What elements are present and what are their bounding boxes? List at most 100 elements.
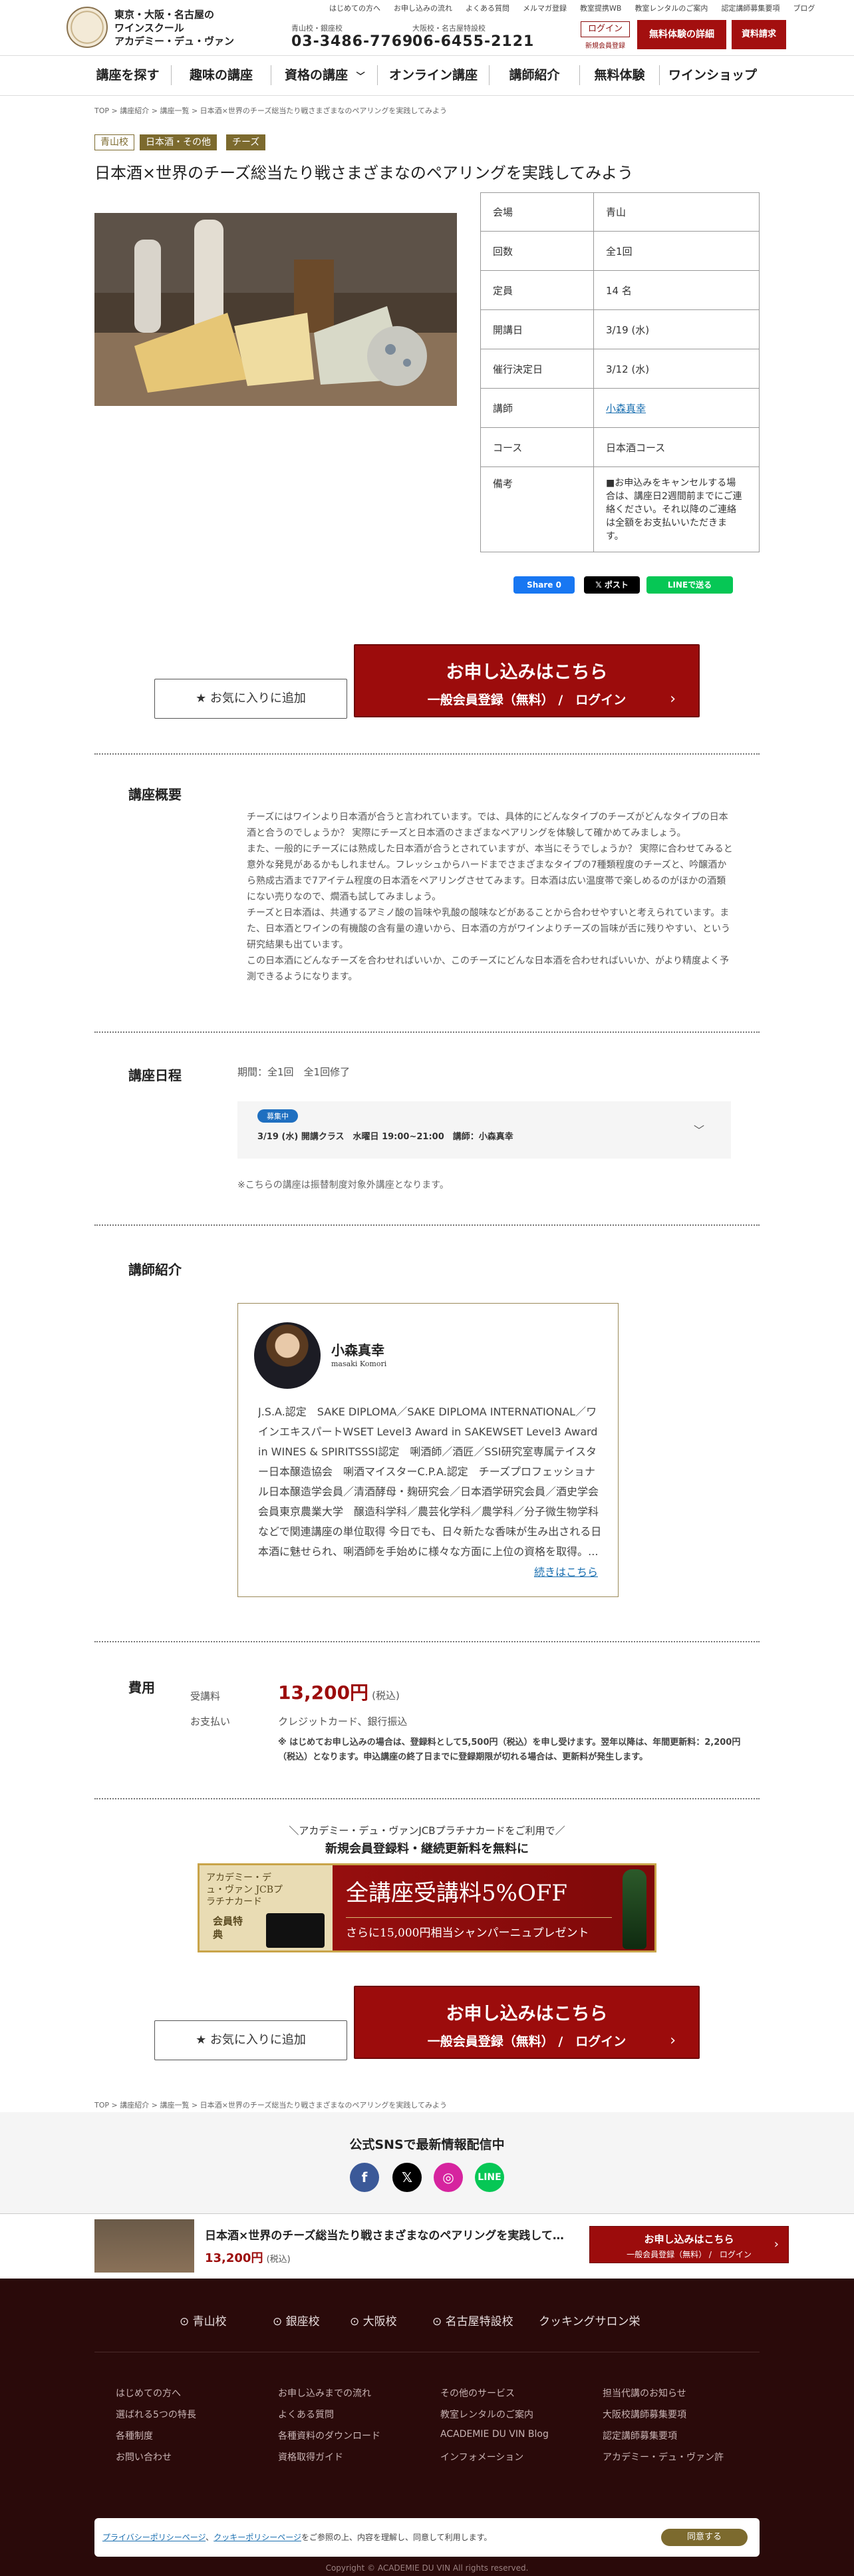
- x-post-button[interactable]: 𝕏 ポスト: [584, 576, 640, 594]
- footer-school-link[interactable]: クッキングサロン栄: [539, 2312, 640, 2328]
- divider: [94, 1031, 760, 1033]
- footer-school-link[interactable]: ⊙ 青山校: [180, 2312, 227, 2328]
- logo-text[interactable]: 東京・大阪・名古屋の ワインスクール アカデミー・デュ・ヴァン: [114, 8, 234, 48]
- instagram-icon[interactable]: ◎: [434, 2163, 463, 2192]
- nav-hobby-courses[interactable]: 趣味の講座: [171, 65, 271, 85]
- nav-online-courses[interactable]: オンライン講座: [377, 65, 489, 85]
- apply-button[interactable]: お申し込みはこちら 一般会員登録（無料） / ログイン ›: [354, 644, 700, 717]
- card-name: アカデミー・デュ・ヴァン JCBプラチナカード: [206, 1873, 283, 1907]
- top-link[interactable]: よくある質問: [466, 3, 509, 13]
- favorite-button[interactable]: ★ お気に入りに追加: [154, 2020, 347, 2060]
- chevron-right-icon: ⊙: [432, 2315, 446, 2328]
- chevron-right-icon: ⊙: [180, 2315, 193, 2328]
- info-label: 回数: [480, 231, 594, 271]
- request-docs-button[interactable]: 資料請求: [732, 20, 786, 49]
- schedule-note: ※こちらの講座は振替制度対象外講座となります。: [237, 1180, 449, 1191]
- status-badge: 募集中: [257, 1109, 298, 1123]
- logo-icon[interactable]: [67, 7, 108, 48]
- login-button[interactable]: ログイン: [581, 21, 630, 37]
- footer-link[interactable]: お申し込みまでの流れ: [278, 2386, 371, 2400]
- info-row: 定員 14 名: [480, 270, 760, 310]
- info-row: 開講日 3/19 (水): [480, 309, 760, 349]
- free-trial-button[interactable]: 無料体験の詳細: [637, 20, 726, 49]
- section-title-instructor: 講師紹介: [128, 1262, 182, 1278]
- top-link[interactable]: お申し込みの流れ: [394, 3, 452, 13]
- instructor-link[interactable]: 小森真幸: [606, 403, 646, 415]
- tag-school[interactable]: 青山校: [94, 134, 134, 150]
- nav-free-trial[interactable]: 無料体験: [579, 65, 659, 85]
- favorite-button[interactable]: ★ お気に入りに追加: [154, 679, 347, 719]
- line-share-button[interactable]: LINEで送る: [646, 576, 733, 594]
- read-more-link[interactable]: 続きはこちら: [534, 1563, 598, 1579]
- chevron-down-icon[interactable]: ﹀: [694, 1121, 704, 1137]
- top-link[interactable]: メルマガ登録: [523, 3, 567, 13]
- facebook-icon[interactable]: f: [350, 2163, 379, 2192]
- nav-certification-courses[interactable]: 資格の講座 ﹀: [271, 65, 370, 85]
- info-label: 備考: [480, 466, 594, 552]
- nav-search-courses[interactable]: 講座を探す: [84, 65, 171, 85]
- tag-category[interactable]: 日本酒・その他: [140, 134, 217, 150]
- sticky-apply-button[interactable]: お申し込みはこちら 一般会員登録（無料） / ログイン ›: [589, 2226, 789, 2263]
- privacy-policy-link[interactable]: プライバシーポリシーページ: [102, 2533, 206, 2542]
- footer-link[interactable]: 各種資料のダウンロード: [278, 2429, 380, 2442]
- payment-label: お支払い: [190, 1716, 231, 1728]
- footer-link[interactable]: 選ばれる5つの特長: [116, 2408, 196, 2421]
- x-icon[interactable]: 𝕏: [392, 2163, 422, 2192]
- footer-link[interactable]: 担当代講のお知らせ: [603, 2386, 686, 2400]
- phone-number-tokyo[interactable]: 03-3486-7769: [291, 33, 413, 51]
- instructor-name-en: masaki Komori: [331, 1360, 387, 1368]
- info-value: 14 名: [593, 270, 760, 310]
- footer-link[interactable]: ACADEMIE DU VIN Blog: [440, 2429, 549, 2440]
- apply-button[interactable]: お申し込みはこちら 一般会員登録（無料） / ログイン ›: [354, 1986, 700, 2059]
- info-value: 日本酒コース: [593, 427, 760, 467]
- footer-link[interactable]: はじめての方へ: [116, 2386, 181, 2400]
- section-title-overview: 講座概要: [128, 787, 182, 803]
- top-link[interactable]: 教室レンタルのご案内: [635, 3, 708, 13]
- footer-school-link[interactable]: ⊙ 銀座校: [273, 2312, 320, 2328]
- line-icon[interactable]: LINE: [475, 2163, 504, 2192]
- cookie-policy-link[interactable]: クッキーポリシーページ: [214, 2533, 301, 2542]
- footer-link[interactable]: 資格取得ガイド: [278, 2450, 343, 2464]
- info-label: 講師: [480, 388, 594, 428]
- info-label: コース: [480, 427, 594, 467]
- top-utility-links: はじめての方へ お申し込みの流れ よくある質問 メルマガ登録 教室提携WB 教室…: [329, 3, 828, 13]
- info-label: 会場: [480, 192, 594, 232]
- footer-link[interactable]: アカデミー・デュ・ヴァン許: [603, 2450, 724, 2464]
- new-register-link[interactable]: 新規会員登録: [581, 40, 630, 50]
- footer-link[interactable]: その他のサービス: [440, 2386, 515, 2400]
- page-title: 日本酒×世界のチーズ総当たり戦さまざまなのペアリングを実践してみよう: [94, 164, 634, 182]
- agree-button[interactable]: 同意する: [661, 2529, 748, 2546]
- sticky-thumbnail: [94, 2219, 194, 2273]
- jcb-card-promo-banner[interactable]: アカデミー・デュ・ヴァン JCBプラチナカード 会員特典 全講座受講料5%OFF…: [198, 1863, 656, 1952]
- chevron-right-icon: ⊙: [273, 2315, 286, 2328]
- nav-instructors[interactable]: 講師紹介: [489, 65, 579, 85]
- footer-link[interactable]: 各種制度: [116, 2429, 153, 2442]
- footer-school-link[interactable]: ⊙ 名古屋特設校: [432, 2312, 513, 2328]
- schedule-class-accordion[interactable]: 募集中 3/19 (水) 開講クラス 水曜日 19:00~21:00 講師：小森…: [237, 1101, 731, 1159]
- champagne-bottle-icon: [623, 1869, 646, 1949]
- phone-number-osaka[interactable]: 06-6455-2121: [412, 33, 534, 51]
- chevron-right-icon: ›: [670, 691, 676, 707]
- main-nav: 講座を探す 趣味の講座 資格の講座 ﹀ オンライン講座 講師紹介 無料体験 ワイ…: [0, 56, 854, 96]
- footer-link[interactable]: お問い合わせ: [116, 2450, 172, 2464]
- breadcrumb: TOP > 講座紹介 > 講座一覧 > 日本酒×世界のチーズ総当たり戦さまざまな…: [94, 106, 448, 115]
- info-value: 3/19 (水): [593, 309, 760, 349]
- sns-title: 公式SNSで最新情報配信中: [349, 2137, 505, 2152]
- instructor-name: 小森真幸: [331, 1342, 384, 1358]
- footer-link[interactable]: インフォメーション: [440, 2450, 523, 2464]
- top-link[interactable]: 教室提携WB: [580, 3, 621, 13]
- tag-topic[interactable]: チーズ: [226, 134, 266, 150]
- footer-link[interactable]: 大阪校講師募集要項: [603, 2408, 686, 2421]
- promo-discount: 全講座受講料5%OFF: [346, 1880, 567, 1907]
- footer-link[interactable]: 認定講師募集要項: [603, 2429, 677, 2442]
- top-link[interactable]: 認定講師募集要項: [721, 3, 780, 13]
- x-icon: 𝕏: [595, 580, 605, 590]
- nav-wine-shop[interactable]: ワインショップ: [659, 65, 766, 85]
- top-link[interactable]: はじめての方へ: [329, 3, 380, 13]
- footer-school-link[interactable]: ⊙ 大阪校: [350, 2312, 397, 2328]
- footer-link[interactable]: 教室レンタルのご案内: [440, 2408, 533, 2421]
- phone-osaka: 大阪校・名古屋特設校 06-6455-2121: [412, 24, 535, 51]
- footer-link[interactable]: よくある質問: [278, 2408, 334, 2421]
- top-link[interactable]: ブログ: [793, 3, 815, 13]
- facebook-share-button[interactable]: Share 0: [513, 576, 575, 594]
